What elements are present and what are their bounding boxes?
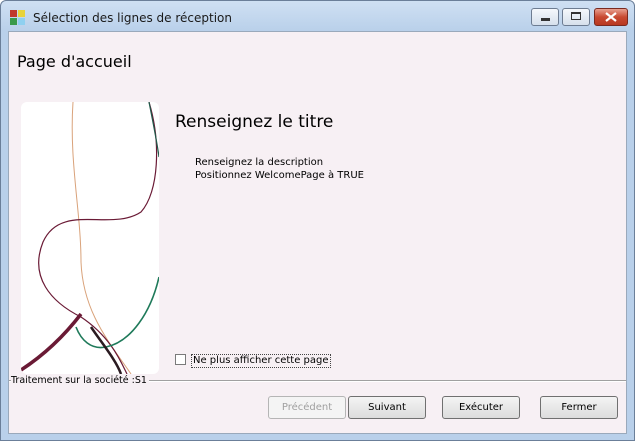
execute-button[interactable]: Exécuter (442, 396, 520, 419)
page-title: Page d'accueil (17, 52, 132, 71)
wizard-heading: Renseignez le titre (175, 112, 334, 132)
title-bar[interactable]: Sélection des lignes de réception (1, 1, 634, 31)
close-icon (605, 12, 617, 22)
wizard-description: Renseignez la description Positionnez We… (195, 156, 364, 182)
minimize-button[interactable] (531, 8, 559, 26)
previous-button[interactable]: Précédent (268, 396, 346, 419)
minimize-icon (541, 18, 550, 21)
next-button[interactable]: Suivant (348, 396, 426, 419)
maximize-button[interactable] (562, 8, 590, 26)
wizard-banner-image (21, 102, 159, 374)
hide-page-checkbox[interactable] (175, 354, 186, 365)
close-button[interactable] (594, 8, 628, 26)
close-dialog-button[interactable]: Fermer (540, 396, 618, 419)
hide-page-checkbox-label[interactable]: Ne plus afficher cette page (191, 354, 331, 368)
company-status-text: Traitement sur la société :S1 (11, 375, 149, 386)
description-line: Renseignez la description (195, 157, 324, 168)
decorative-curves (21, 102, 159, 374)
app-icon (10, 10, 26, 26)
maximize-icon (571, 12, 581, 20)
wizard-client-area: Page d'accueil Renseignez le titre Rense… (8, 31, 627, 434)
description-line: Positionnez WelcomePage à TRUE (195, 170, 364, 181)
window-title: Sélection des lignes de réception (33, 11, 232, 25)
wizard-window: Sélection des lignes de réception Page d… (0, 0, 635, 441)
